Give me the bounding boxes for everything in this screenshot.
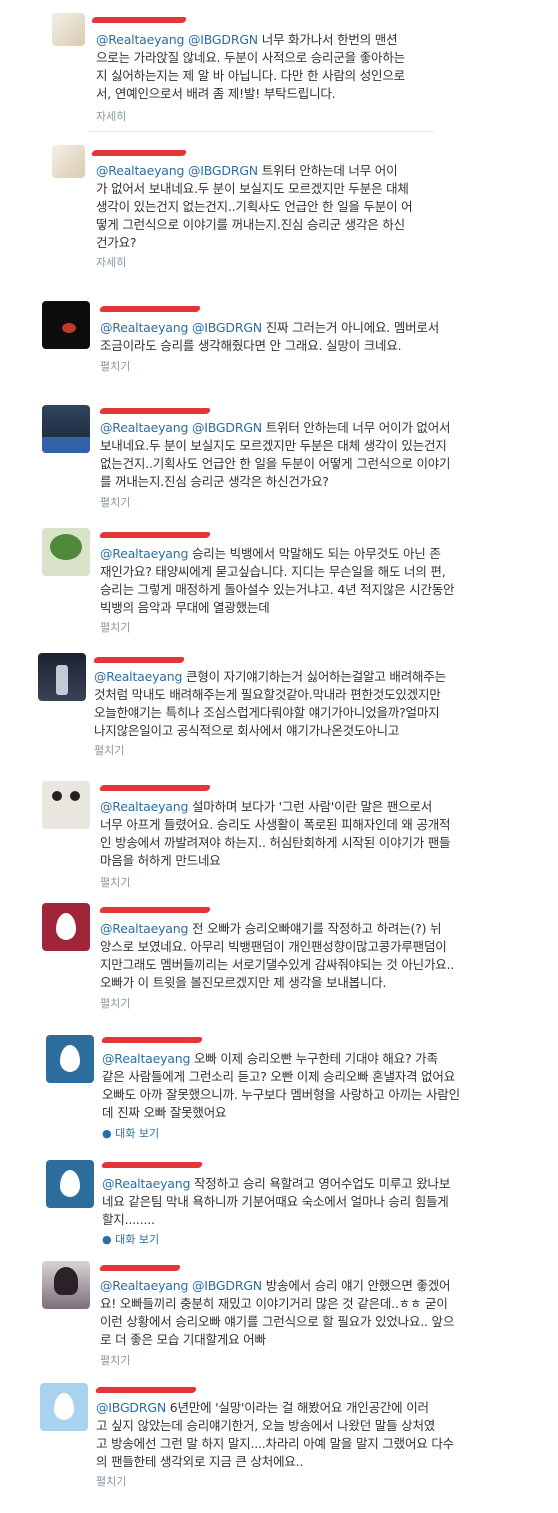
- expand-link[interactable]: 펼치기: [100, 358, 130, 374]
- tweet-text: @Realtaeyang @IBGDRGN 진짜 그러는거 아니에요. 멤버로서…: [100, 319, 540, 355]
- mention-link[interactable]: @Realtaeyang: [100, 546, 188, 561]
- avatar-detail: [42, 437, 90, 453]
- avatar[interactable]: [38, 653, 86, 701]
- tweet-text: @Realtaeyang @IBGDRGN 트위터 안하는데 너무 어이가 없어…: [100, 419, 540, 491]
- avatar[interactable]: [42, 405, 90, 453]
- redacted-username: [98, 404, 212, 416]
- mention-link[interactable]: @Realtaeyang @IBGDRGN: [100, 420, 262, 435]
- avatar[interactable]: [40, 1383, 88, 1431]
- view-conversation-link[interactable]: ● 대화 보기: [102, 1231, 159, 1247]
- tweet-text: @Realtaeyang 작정하고 승리 욕할려고 영어수업도 미루고 왔나보 …: [102, 1175, 552, 1229]
- tweet-item: @Realtaeyang 큰형이 자기얘기하는거 싫어하는걸알고 배려해주는 것…: [0, 650, 558, 765]
- egg-icon: [54, 1393, 74, 1420]
- tweet-text: @Realtaeyang 전 오빠가 승리오빠얘기를 작정하고 하려는(?) 뉘…: [100, 920, 540, 992]
- mention-link[interactable]: @IBGDRGN: [96, 1400, 166, 1415]
- tweet-text: @Realtaeyang @IBGDRGN 방송에서 승리 얘기 안했으면 좋겠…: [100, 1277, 540, 1349]
- tweet-text: @Realtaeyang 승리는 빅뱅에서 막말해도 되는 아무것도 아닌 존 …: [100, 545, 540, 617]
- avatar-detail: [52, 791, 62, 801]
- avatar[interactable]: [42, 781, 90, 829]
- avatar-detail: [62, 323, 76, 333]
- divider: [88, 131, 434, 132]
- tweet-item: @Realtaeyang @IBGDRGN 트위터 안하는데 너무 어이가 없어…: [0, 400, 558, 515]
- tweet-item: @Realtaeyang @IBGDRGN 진짜 그러는거 아니에요. 멤버로서…: [0, 296, 558, 376]
- tweet-text: @Realtaeyang 큰형이 자기얘기하는거 싫어하는걸알고 배려해주는 것…: [94, 668, 544, 740]
- avatar[interactable]: [46, 1160, 94, 1208]
- tweet-item: @Realtaeyang @IBGDRGN 방송에서 승리 얘기 안했으면 좋겠…: [0, 1258, 558, 1373]
- mention-link[interactable]: @Realtaeyang: [100, 921, 188, 936]
- expand-link[interactable]: 자세히: [96, 108, 126, 124]
- avatar[interactable]: [52, 13, 85, 46]
- redacted-username: [92, 653, 186, 665]
- egg-icon: [60, 1170, 80, 1197]
- tweet-item: @Realtaeyang 설마하며 보다가 '그런 사람'이란 말은 팬으로서 …: [0, 778, 558, 893]
- redacted-username: [98, 903, 212, 915]
- mention-link[interactable]: @Realtaeyang @IBGDRGN: [100, 1278, 262, 1293]
- mention-link[interactable]: @Realtaeyang @IBGDRGN: [96, 163, 258, 178]
- tweet-text: @Realtaeyang 설마하며 보다가 '그런 사람'이란 말은 팬으로서 …: [100, 798, 540, 870]
- tweet-item: @Realtaeyang 전 오빠가 승리오빠얘기를 작정하고 하려는(?) 뉘…: [0, 900, 558, 1015]
- tweet-text: @Realtaeyang @IBGDRGN 트위터 안하는데 너무 어이 가 없…: [96, 162, 441, 252]
- egg-icon: [56, 913, 76, 940]
- avatar[interactable]: [42, 903, 90, 951]
- tweet-item: @Realtaeyang @IBGDRGN 너무 화가나서 한번의 맨션 으로는…: [0, 0, 558, 130]
- tweet-text: @Realtaeyang @IBGDRGN 너무 화가나서 한번의 맨션 으로는…: [96, 31, 441, 103]
- tweet-item: @Realtaeyang 작정하고 승리 욕할려고 영어수업도 미루고 왔나보 …: [0, 1155, 558, 1250]
- redacted-username: [94, 1383, 198, 1395]
- avatar[interactable]: [46, 1035, 94, 1083]
- tweet-item: @IBGDRGN 6년만에 '실망'이라는 걸 해봤어요 개인공간에 이러 고 …: [0, 1380, 558, 1495]
- avatar-detail: [70, 791, 80, 801]
- tweet-item: @Realtaeyang 승리는 빅뱅에서 막말해도 되는 아무것도 아닌 존 …: [0, 525, 558, 640]
- tweet-item: @Realtaeyang @IBGDRGN 트위터 안하는데 너무 어이 가 없…: [0, 140, 558, 270]
- avatar[interactable]: [52, 145, 85, 178]
- expand-link[interactable]: 펼치기: [100, 874, 130, 890]
- avatar[interactable]: [42, 1261, 90, 1309]
- expand-link[interactable]: 펼치기: [100, 619, 130, 635]
- redacted-username: [98, 781, 212, 793]
- avatar-detail: [50, 534, 82, 560]
- avatar-detail: [56, 665, 68, 695]
- mention-link[interactable]: @Realtaeyang: [102, 1051, 190, 1066]
- avatar[interactable]: [42, 301, 90, 349]
- mention-link[interactable]: @Realtaeyang: [102, 1176, 190, 1191]
- redacted-username: [100, 1158, 204, 1170]
- mention-link[interactable]: @Realtaeyang @IBGDRGN: [100, 320, 262, 335]
- redacted-username: [90, 146, 188, 158]
- expand-link[interactable]: 펼치기: [100, 494, 130, 510]
- expand-link[interactable]: 펼치기: [100, 1352, 130, 1368]
- expand-link[interactable]: 펼치기: [96, 1473, 126, 1489]
- view-conversation-link[interactable]: ● 대화 보기: [102, 1125, 159, 1141]
- expand-link[interactable]: 펼치기: [100, 995, 130, 1011]
- redacted-username: [98, 302, 202, 314]
- redacted-username: [98, 528, 212, 540]
- tweet-item: @Realtaeyang 오빠 이제 승리오빤 누구한테 기대야 해요? 가족 …: [0, 1030, 558, 1145]
- egg-icon: [60, 1045, 80, 1072]
- tweet-text: @IBGDRGN 6년만에 '실망'이라는 걸 해봤어요 개인공간에 이러 고 …: [96, 1399, 546, 1471]
- avatar-detail: [54, 1267, 78, 1295]
- redacted-username: [98, 1261, 182, 1273]
- expand-link[interactable]: 펼치기: [94, 742, 124, 758]
- redacted-username: [90, 13, 188, 25]
- mention-link[interactable]: @Realtaeyang: [100, 799, 188, 814]
- avatar[interactable]: [42, 528, 90, 576]
- redacted-username: [100, 1033, 204, 1045]
- mention-link[interactable]: @Realtaeyang: [94, 669, 182, 684]
- expand-link[interactable]: 자세히: [96, 254, 126, 270]
- mention-link[interactable]: @Realtaeyang @IBGDRGN: [96, 32, 258, 47]
- tweet-text: @Realtaeyang 오빠 이제 승리오빤 누구한테 기대야 해요? 가족 …: [102, 1050, 552, 1122]
